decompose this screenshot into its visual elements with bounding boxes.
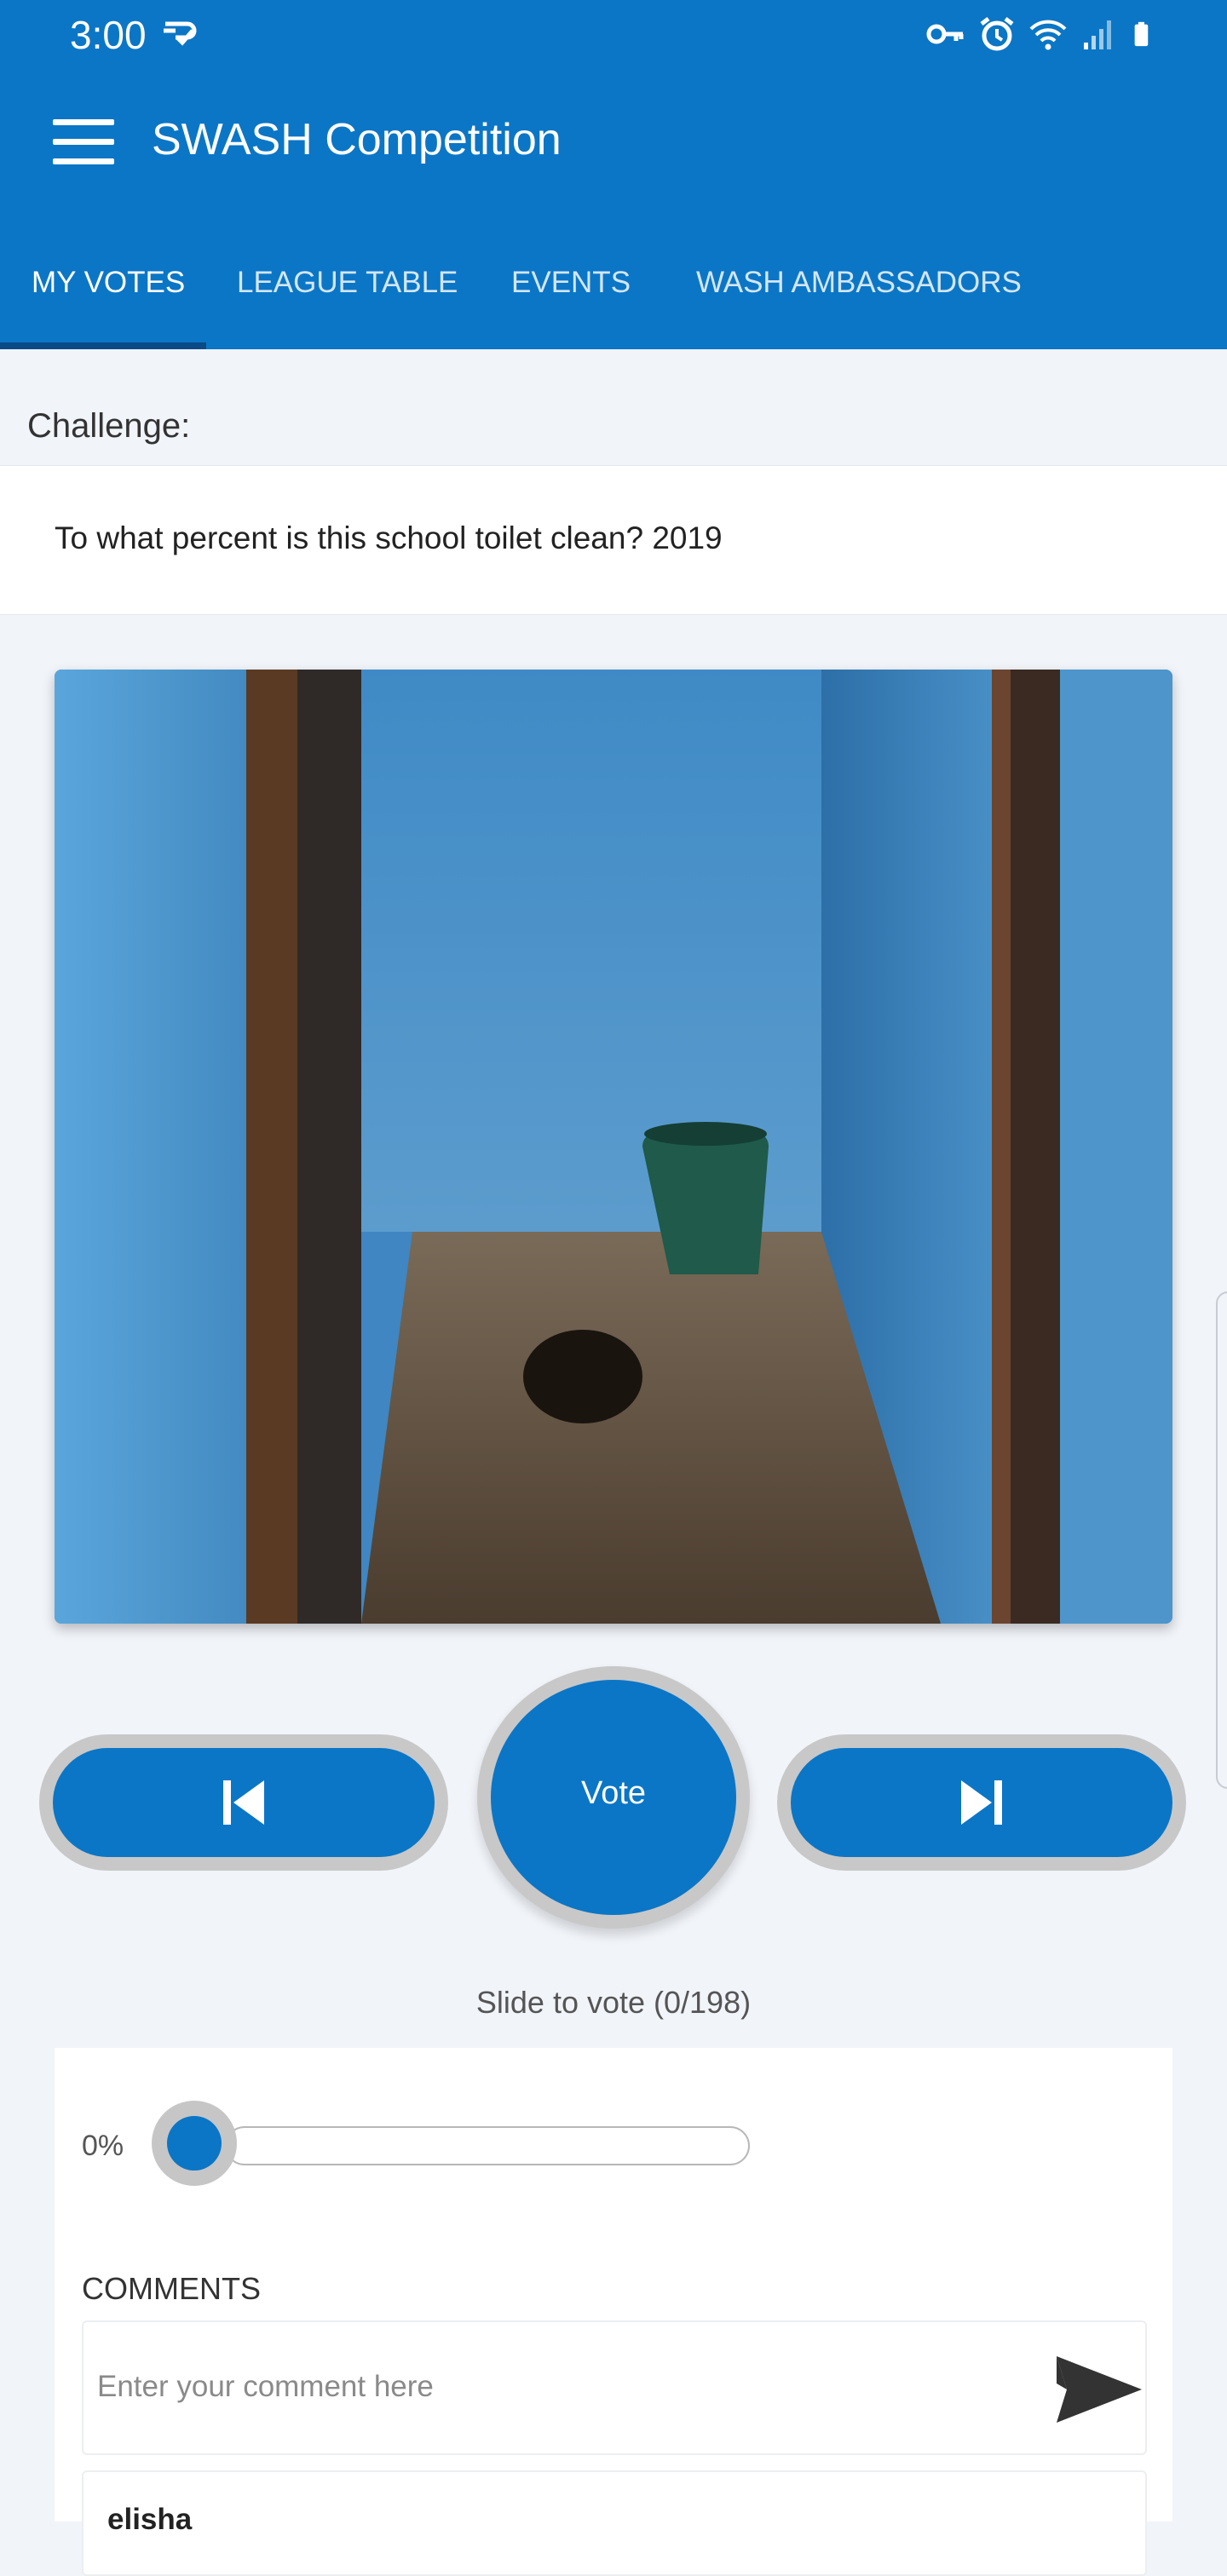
status-icons — [925, 14, 1159, 55]
app-bar: 3:00 SWASH Competition MY VOTES LEAGUE T… — [0, 0, 1227, 349]
status-time: 3:00 — [70, 13, 147, 57]
vote-card: 0% COMMENTS elisha — [55, 2048, 1172, 2576]
comment-composer — [82, 2320, 1147, 2455]
send-icon[interactable] — [1055, 2353, 1143, 2426]
signal-icon — [1084, 20, 1111, 49]
menu-icon[interactable] — [53, 119, 114, 165]
comment-item: elisha — [82, 2470, 1147, 2576]
vpn-key-icon — [926, 24, 964, 44]
comments-heading: COMMENTS — [82, 2271, 261, 2306]
wifi-icon — [1029, 20, 1067, 50]
challenge-photo — [55, 670, 1172, 1624]
tab-bar: MY VOTES LEAGUE TABLE EVENTS WASH AMBASS… — [0, 247, 1227, 349]
previous-button[interactable] — [39, 1734, 448, 1871]
skip-next-icon — [961, 1780, 1002, 1825]
challenge-card: To what percent is this school toilet cl… — [0, 465, 1227, 615]
tab-league-table[interactable]: LEAGUE TABLE — [237, 266, 458, 300]
comment-input[interactable] — [95, 2356, 1019, 2418]
edge-panel-handle[interactable] — [1216, 1291, 1227, 1789]
tab-my-votes[interactable]: MY VOTES — [32, 266, 185, 300]
skip-previous-icon — [223, 1780, 264, 1825]
battery-icon — [1134, 21, 1149, 47]
vote-button[interactable]: Vote — [477, 1666, 750, 1929]
next-button[interactable] — [777, 1734, 1186, 1871]
vote-slider-knob[interactable] — [152, 2101, 237, 2186]
tab-events[interactable]: EVENTS — [511, 266, 631, 300]
notification-app-icon — [164, 21, 197, 46]
tab-wash-ambassadors[interactable]: WASH AMBASSADORS — [696, 266, 1022, 300]
toilet-photo-image — [55, 670, 1172, 1624]
alarm-icon — [980, 17, 1014, 51]
vote-slider-track[interactable] — [225, 2126, 750, 2165]
challenge-label: Challenge: — [27, 407, 191, 445]
challenge-question: To what percent is this school toilet cl… — [55, 520, 723, 555]
vote-percent-label: 0% — [82, 2130, 124, 2162]
slide-to-vote-hint: Slide to vote (0/198) — [475, 1985, 752, 2020]
vote-label: Vote — [580, 1775, 647, 1811]
comment-author: elisha — [107, 2503, 193, 2536]
app-title: SWASH Competition — [152, 115, 562, 164]
active-tab-indicator — [0, 342, 206, 349]
